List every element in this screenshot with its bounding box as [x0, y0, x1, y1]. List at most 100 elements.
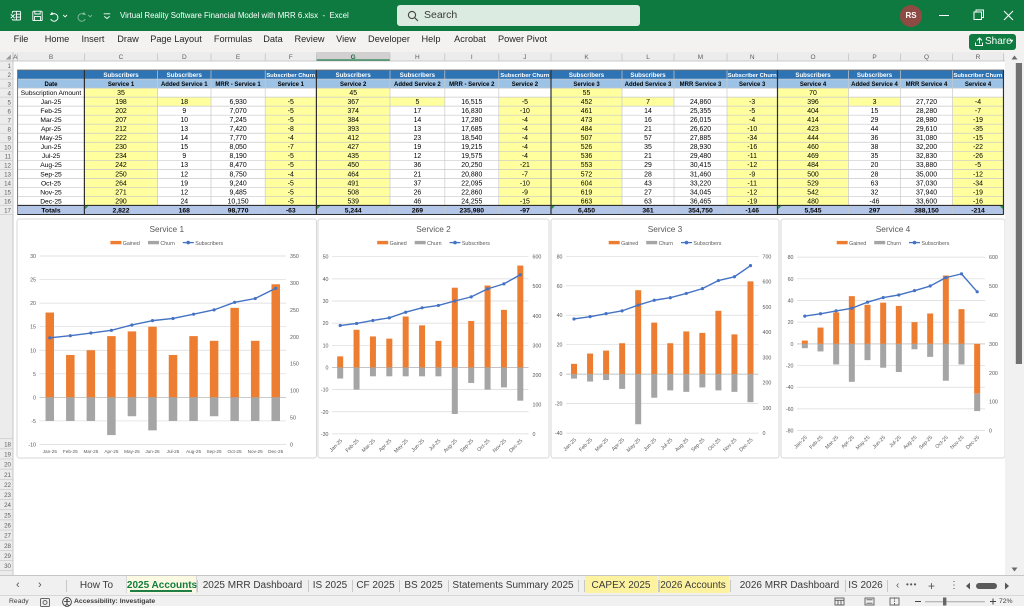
svg-text:L: L — [646, 54, 650, 61]
svg-text:-22: -22 — [973, 144, 983, 151]
svg-text:Service 4: Service 4 — [876, 224, 911, 234]
svg-text:57: 57 — [644, 135, 652, 142]
svg-text:7,770: 7,770 — [229, 135, 246, 142]
svg-text:26: 26 — [414, 189, 422, 196]
svg-text:20: 20 — [30, 301, 36, 307]
svg-text:8,470: 8,470 — [229, 162, 246, 169]
svg-text:29,480: 29,480 — [690, 153, 711, 160]
svg-text:14: 14 — [644, 108, 652, 115]
svg-text:500: 500 — [807, 171, 819, 178]
svg-text:-5: -5 — [975, 162, 981, 169]
svg-text:23: 23 — [4, 492, 11, 499]
svg-text:300: 300 — [989, 342, 998, 348]
svg-text:17,685: 17,685 — [461, 126, 482, 133]
svg-text:6: 6 — [8, 108, 12, 115]
svg-text:15: 15 — [180, 144, 188, 151]
svg-text:16: 16 — [4, 199, 11, 206]
svg-text:100: 100 — [763, 406, 772, 412]
svg-text:491: 491 — [347, 180, 359, 187]
svg-text:19,215: 19,215 — [461, 144, 482, 151]
svg-text:350: 350 — [290, 254, 299, 260]
svg-text:May-25: May-25 — [124, 449, 140, 454]
svg-text:43: 43 — [644, 180, 652, 187]
svg-text:500: 500 — [989, 284, 998, 290]
svg-text:20,250: 20,250 — [461, 162, 482, 169]
svg-text:30: 30 — [323, 299, 329, 305]
svg-text:-7: -7 — [522, 171, 528, 178]
svg-text:-40: -40 — [786, 385, 794, 391]
svg-text:C: C — [119, 54, 124, 61]
svg-text:Sep-25: Sep-25 — [207, 449, 223, 454]
svg-text:464: 464 — [347, 171, 359, 178]
svg-text:18: 18 — [4, 441, 11, 448]
svg-text:9: 9 — [8, 135, 12, 142]
svg-text:207: 207 — [115, 117, 127, 124]
svg-text:200: 200 — [989, 371, 998, 377]
svg-text:MRR Service 4: MRR Service 4 — [906, 82, 948, 88]
svg-text:Churn: Churn — [160, 241, 174, 247]
svg-text:-35: -35 — [973, 126, 983, 133]
svg-text:361: 361 — [642, 207, 654, 214]
svg-text:Subscriber Churn: Subscriber Churn — [954, 73, 1003, 79]
svg-text:-60: -60 — [786, 407, 794, 413]
svg-text:E: E — [236, 54, 241, 61]
svg-text:1: 1 — [8, 63, 12, 70]
svg-text:P: P — [872, 54, 876, 61]
svg-text:604: 604 — [581, 180, 593, 187]
svg-text:4: 4 — [8, 90, 12, 97]
svg-text:-97: -97 — [520, 207, 530, 214]
svg-text:-7: -7 — [975, 108, 981, 115]
svg-text:Oct-25: Oct-25 — [228, 449, 242, 454]
svg-text:38: 38 — [871, 144, 879, 151]
svg-text:Feb-25: Feb-25 — [40, 108, 61, 115]
svg-text:Apr-25: Apr-25 — [104, 449, 118, 454]
svg-text:427: 427 — [347, 144, 359, 151]
svg-text:-5: -5 — [288, 189, 294, 196]
svg-text:24: 24 — [4, 502, 11, 509]
svg-text:19: 19 — [180, 180, 188, 187]
svg-text:G: G — [351, 54, 356, 61]
svg-text:Gained: Gained — [123, 241, 140, 247]
svg-text:0: 0 — [791, 342, 794, 348]
svg-text:250: 250 — [290, 308, 299, 314]
svg-text:11: 11 — [5, 154, 12, 161]
svg-text:33,220: 33,220 — [690, 180, 711, 187]
svg-text:572: 572 — [581, 171, 593, 178]
svg-text:O: O — [810, 54, 815, 61]
svg-text:Jun-25: Jun-25 — [145, 449, 160, 454]
svg-text:-10: -10 — [520, 180, 530, 187]
svg-text:5,244: 5,244 — [345, 207, 362, 214]
svg-text:A: A — [13, 54, 18, 61]
svg-text:-5: -5 — [288, 108, 294, 115]
svg-text:508: 508 — [347, 189, 359, 196]
svg-text:Jul-25: Jul-25 — [167, 449, 180, 454]
svg-text:452: 452 — [581, 99, 593, 106]
svg-text:Subscriber Churn: Subscriber Churn — [500, 73, 549, 79]
svg-text:Churn: Churn — [659, 241, 673, 247]
svg-text:460: 460 — [807, 144, 819, 151]
svg-text:663: 663 — [581, 198, 593, 205]
svg-text:8,190: 8,190 — [229, 153, 246, 160]
svg-text:9,240: 9,240 — [229, 180, 246, 187]
svg-text:290: 290 — [115, 198, 127, 205]
svg-text:-4: -4 — [522, 144, 528, 151]
svg-text:-12: -12 — [973, 171, 983, 178]
svg-text:222: 222 — [115, 135, 127, 142]
svg-text:354,750: 354,750 — [688, 207, 713, 214]
svg-text:35,000: 35,000 — [916, 171, 937, 178]
svg-text:Subscribers: Subscribers — [921, 241, 949, 247]
svg-text:-34: -34 — [973, 180, 983, 187]
svg-text:32,200: 32,200 — [916, 144, 937, 151]
svg-text:-146: -146 — [745, 207, 759, 214]
svg-text:26,015: 26,015 — [690, 117, 711, 124]
svg-text:100: 100 — [290, 389, 299, 395]
svg-text:27,885: 27,885 — [690, 135, 711, 142]
svg-text:384: 384 — [347, 117, 359, 124]
svg-text:50: 50 — [290, 416, 296, 422]
svg-text:33,600: 33,600 — [916, 198, 937, 205]
svg-text:16,515: 16,515 — [461, 99, 482, 106]
svg-text:300: 300 — [763, 355, 772, 361]
svg-text:13: 13 — [180, 162, 188, 169]
svg-text:35: 35 — [644, 144, 652, 151]
svg-text:-19: -19 — [973, 117, 983, 124]
